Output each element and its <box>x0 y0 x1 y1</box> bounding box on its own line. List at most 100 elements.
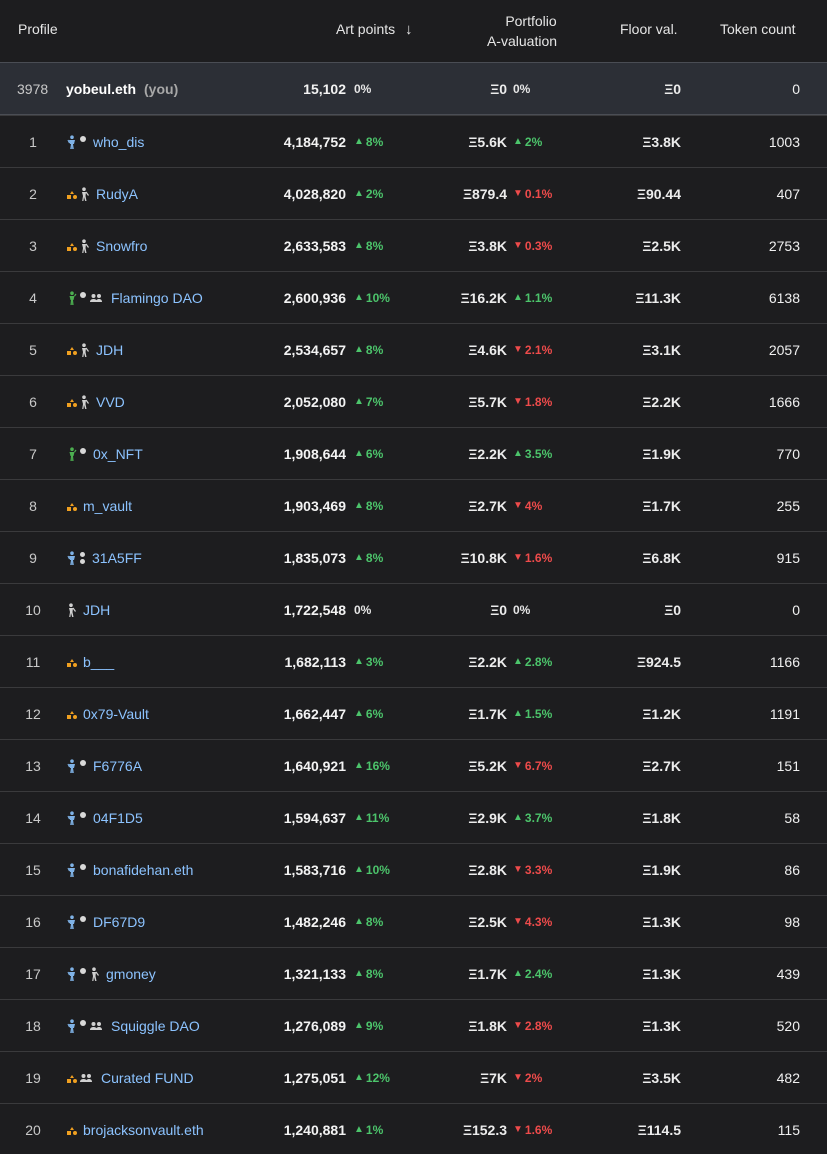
portfolio-change: ▼ 2.8% <box>513 1000 573 1051</box>
rank: 17 <box>25 965 41 982</box>
profile-link[interactable]: who_dis <box>93 134 144 150</box>
art-points-change-value: 8% <box>365 914 384 929</box>
current-user-row[interactable]: 3978 yobeul.eth (you) 15,102 0% Ξ0 0% Ξ0… <box>0 62 827 115</box>
art-points-change: ▲ 8% <box>354 896 414 947</box>
up-arrow-icon: ▲ <box>354 812 364 823</box>
art-points-change: ▲ 10% <box>354 272 414 323</box>
table-row[interactable]: 1 who_dis 4,184,752 ▲ 8% Ξ5.6K ▲ 2% Ξ3.8… <box>0 115 827 167</box>
table-row[interactable]: 14 04F1D5 1,594,637 ▲ 11% Ξ2.9K ▲ 3.7% Ξ… <box>0 791 827 843</box>
profile-link[interactable]: F6776A <box>93 758 142 774</box>
table-row[interactable]: 16 DF67D9 1,482,246 ▲ 8% Ξ2.5K ▼ 4.3% Ξ1… <box>0 895 827 947</box>
table-row[interactable]: 20 brojacksonvault.eth 1,240,881 ▲ 1% Ξ1… <box>0 1103 827 1154</box>
profile-cell: bonafidehan.eth <box>66 844 193 895</box>
table-row[interactable]: 15 bonafidehan.eth 1,583,716 ▲ 10% Ξ2.8K… <box>0 843 827 895</box>
rank: 12 <box>25 705 41 722</box>
up-arrow-icon: ▲ <box>513 136 523 147</box>
table-row[interactable]: 8 m_vault 1,903,469 ▲ 8% Ξ2.7K ▼ 4% Ξ1.7… <box>0 479 827 531</box>
group-icon <box>89 1019 105 1033</box>
up-arrow-icon: ▲ <box>354 500 364 511</box>
profile-badges <box>66 810 89 825</box>
profile-link[interactable]: Curated FUND <box>101 1070 194 1086</box>
portfolio-change-value: 3.3% <box>524 862 553 877</box>
portfolio-change: ▲ 2.8% <box>513 636 573 687</box>
floor-value: Ξ3.1K <box>642 341 681 358</box>
table-row[interactable]: 10 JDH 1,722,548 0% Ξ0 0% Ξ0 0 <box>0 583 827 635</box>
column-header-portfolio[interactable]: Portfolio A-valuation <box>468 11 578 51</box>
token-count: 58 <box>784 809 800 826</box>
table-row[interactable]: 6 VVD 2,052,080 ▲ 7% Ξ5.7K ▼ 1.8% Ξ2.2K … <box>0 375 827 427</box>
floor-value: Ξ1.3K <box>642 1017 681 1034</box>
up-arrow-icon: ▲ <box>354 1072 364 1083</box>
rank: 20 <box>25 1121 41 1138</box>
profile-link[interactable]: 04F1D5 <box>93 810 143 826</box>
portfolio-value: Ξ2.2K <box>468 653 507 670</box>
profile-link[interactable]: Squiggle DAO <box>111 1018 200 1034</box>
profile-link[interactable]: m_vault <box>83 498 132 514</box>
table-row[interactable]: 2 RudyA 4,028,820 ▲ 2% Ξ879.4 ▼ 0.1% Ξ90… <box>0 167 827 219</box>
collector-person-icon <box>66 1018 78 1033</box>
column-header-floor[interactable]: Floor val. <box>620 21 678 37</box>
status-dot-icon <box>80 447 86 454</box>
profile-link[interactable]: b___ <box>83 654 114 670</box>
status-dot-icon <box>80 915 86 922</box>
table-row[interactable]: 4 Flamingo DAO 2,600,936 ▲ 10% Ξ16.2K ▲ … <box>0 271 827 323</box>
down-arrow-icon: ▼ <box>513 188 523 199</box>
up-arrow-icon: ▲ <box>513 292 523 303</box>
rank: 7 <box>29 445 37 462</box>
profile-cell: m_vault <box>66 480 132 531</box>
profile-link[interactable]: JDH <box>83 602 110 618</box>
collector-person-icon <box>66 862 78 877</box>
down-arrow-icon: ▼ <box>513 1020 523 1031</box>
profile-link[interactable]: RudyA <box>96 186 138 202</box>
profile-name[interactable]: yobeul.eth <box>66 81 136 97</box>
table-row[interactable]: 5 JDH 2,534,657 ▲ 8% Ξ4.6K ▼ 2.1% Ξ3.1K … <box>0 323 827 375</box>
profile-link[interactable]: 31A5FF <box>92 550 142 566</box>
down-arrow-icon: ▼ <box>513 864 523 875</box>
profile-link[interactable]: DF67D9 <box>93 914 145 930</box>
portfolio-change: ▼ 2.1% <box>513 324 573 375</box>
profile-link[interactable]: gmoney <box>106 966 156 982</box>
table-row[interactable]: 19 Curated FUND 1,275,051 ▲ 12% Ξ7K ▼ 2%… <box>0 1051 827 1103</box>
table-row[interactable]: 3 Snowfro 2,633,583 ▲ 8% Ξ3.8K ▼ 0.3% Ξ2… <box>0 219 827 271</box>
floor-value: Ξ0 <box>664 601 681 618</box>
table-row[interactable]: 12 0x79-Vault 1,662,447 ▲ 6% Ξ1.7K ▲ 1.5… <box>0 687 827 739</box>
profile-link[interactable]: bonafidehan.eth <box>93 862 193 878</box>
profile-link[interactable]: 0x79-Vault <box>83 706 149 722</box>
profile-link[interactable]: Flamingo DAO <box>111 290 203 306</box>
portfolio-value: Ξ152.3 <box>462 1121 507 1138</box>
profile-cell: 31A5FF <box>66 532 142 583</box>
profile-badges <box>66 1018 107 1033</box>
profile-link[interactable]: JDH <box>96 342 123 358</box>
table-row[interactable]: 18 Squiggle DAO 1,276,089 ▲ 9% Ξ1.8K ▼ 2… <box>0 999 827 1051</box>
token-count: 520 <box>776 1017 800 1034</box>
art-points-change: ▲ 9% <box>354 1000 414 1051</box>
rank: 14 <box>25 809 41 826</box>
token-count: 151 <box>776 757 800 774</box>
table-row[interactable]: 11 b___ 1,682,113 ▲ 3% Ξ2.2K ▲ 2.8% Ξ924… <box>0 635 827 687</box>
group-icon <box>79 1071 95 1085</box>
portfolio-value: Ξ7K <box>480 1069 507 1086</box>
token-count: 1666 <box>768 393 800 410</box>
shapes-icon <box>66 655 78 669</box>
table-row[interactable]: 13 F6776A 1,640,921 ▲ 16% Ξ5.2K ▼ 6.7% Ξ… <box>0 739 827 791</box>
portfolio-change-value: 2% <box>524 1070 543 1085</box>
portfolio-change-value: 2% <box>524 134 543 149</box>
up-arrow-icon: ▲ <box>513 812 523 823</box>
table-row[interactable]: 9 31A5FF 1,835,073 ▲ 8% Ξ10.8K ▼ 1.6% Ξ6… <box>0 531 827 583</box>
profile-link[interactable]: VVD <box>96 394 125 410</box>
column-header-profile[interactable]: Profile <box>18 21 58 37</box>
profile-badges <box>66 238 92 253</box>
table-row[interactable]: 17 gmoney 1,321,133 ▲ 8% Ξ1.7K ▲ 2.4% Ξ1… <box>0 947 827 999</box>
token-count: 0 <box>792 601 800 618</box>
profile-link[interactable]: Snowfro <box>96 238 147 254</box>
profile-link[interactable]: brojacksonvault.eth <box>83 1122 204 1138</box>
table-row[interactable]: 7 0x_NFT 1,908,644 ▲ 6% Ξ2.2K ▲ 3.5% Ξ1.… <box>0 427 827 479</box>
profile-cell: who_dis <box>66 116 144 167</box>
portfolio-change: ▲ 1.5% <box>513 688 573 739</box>
column-header-art-points[interactable]: Art points ↓ <box>336 21 413 38</box>
column-header-token-count[interactable]: Token count <box>720 21 796 37</box>
profile-link[interactable]: 0x_NFT <box>93 446 143 462</box>
rank: 15 <box>25 861 41 878</box>
profile-cell: JDH <box>66 324 123 375</box>
portfolio-value: Ξ4.6K <box>468 341 507 358</box>
